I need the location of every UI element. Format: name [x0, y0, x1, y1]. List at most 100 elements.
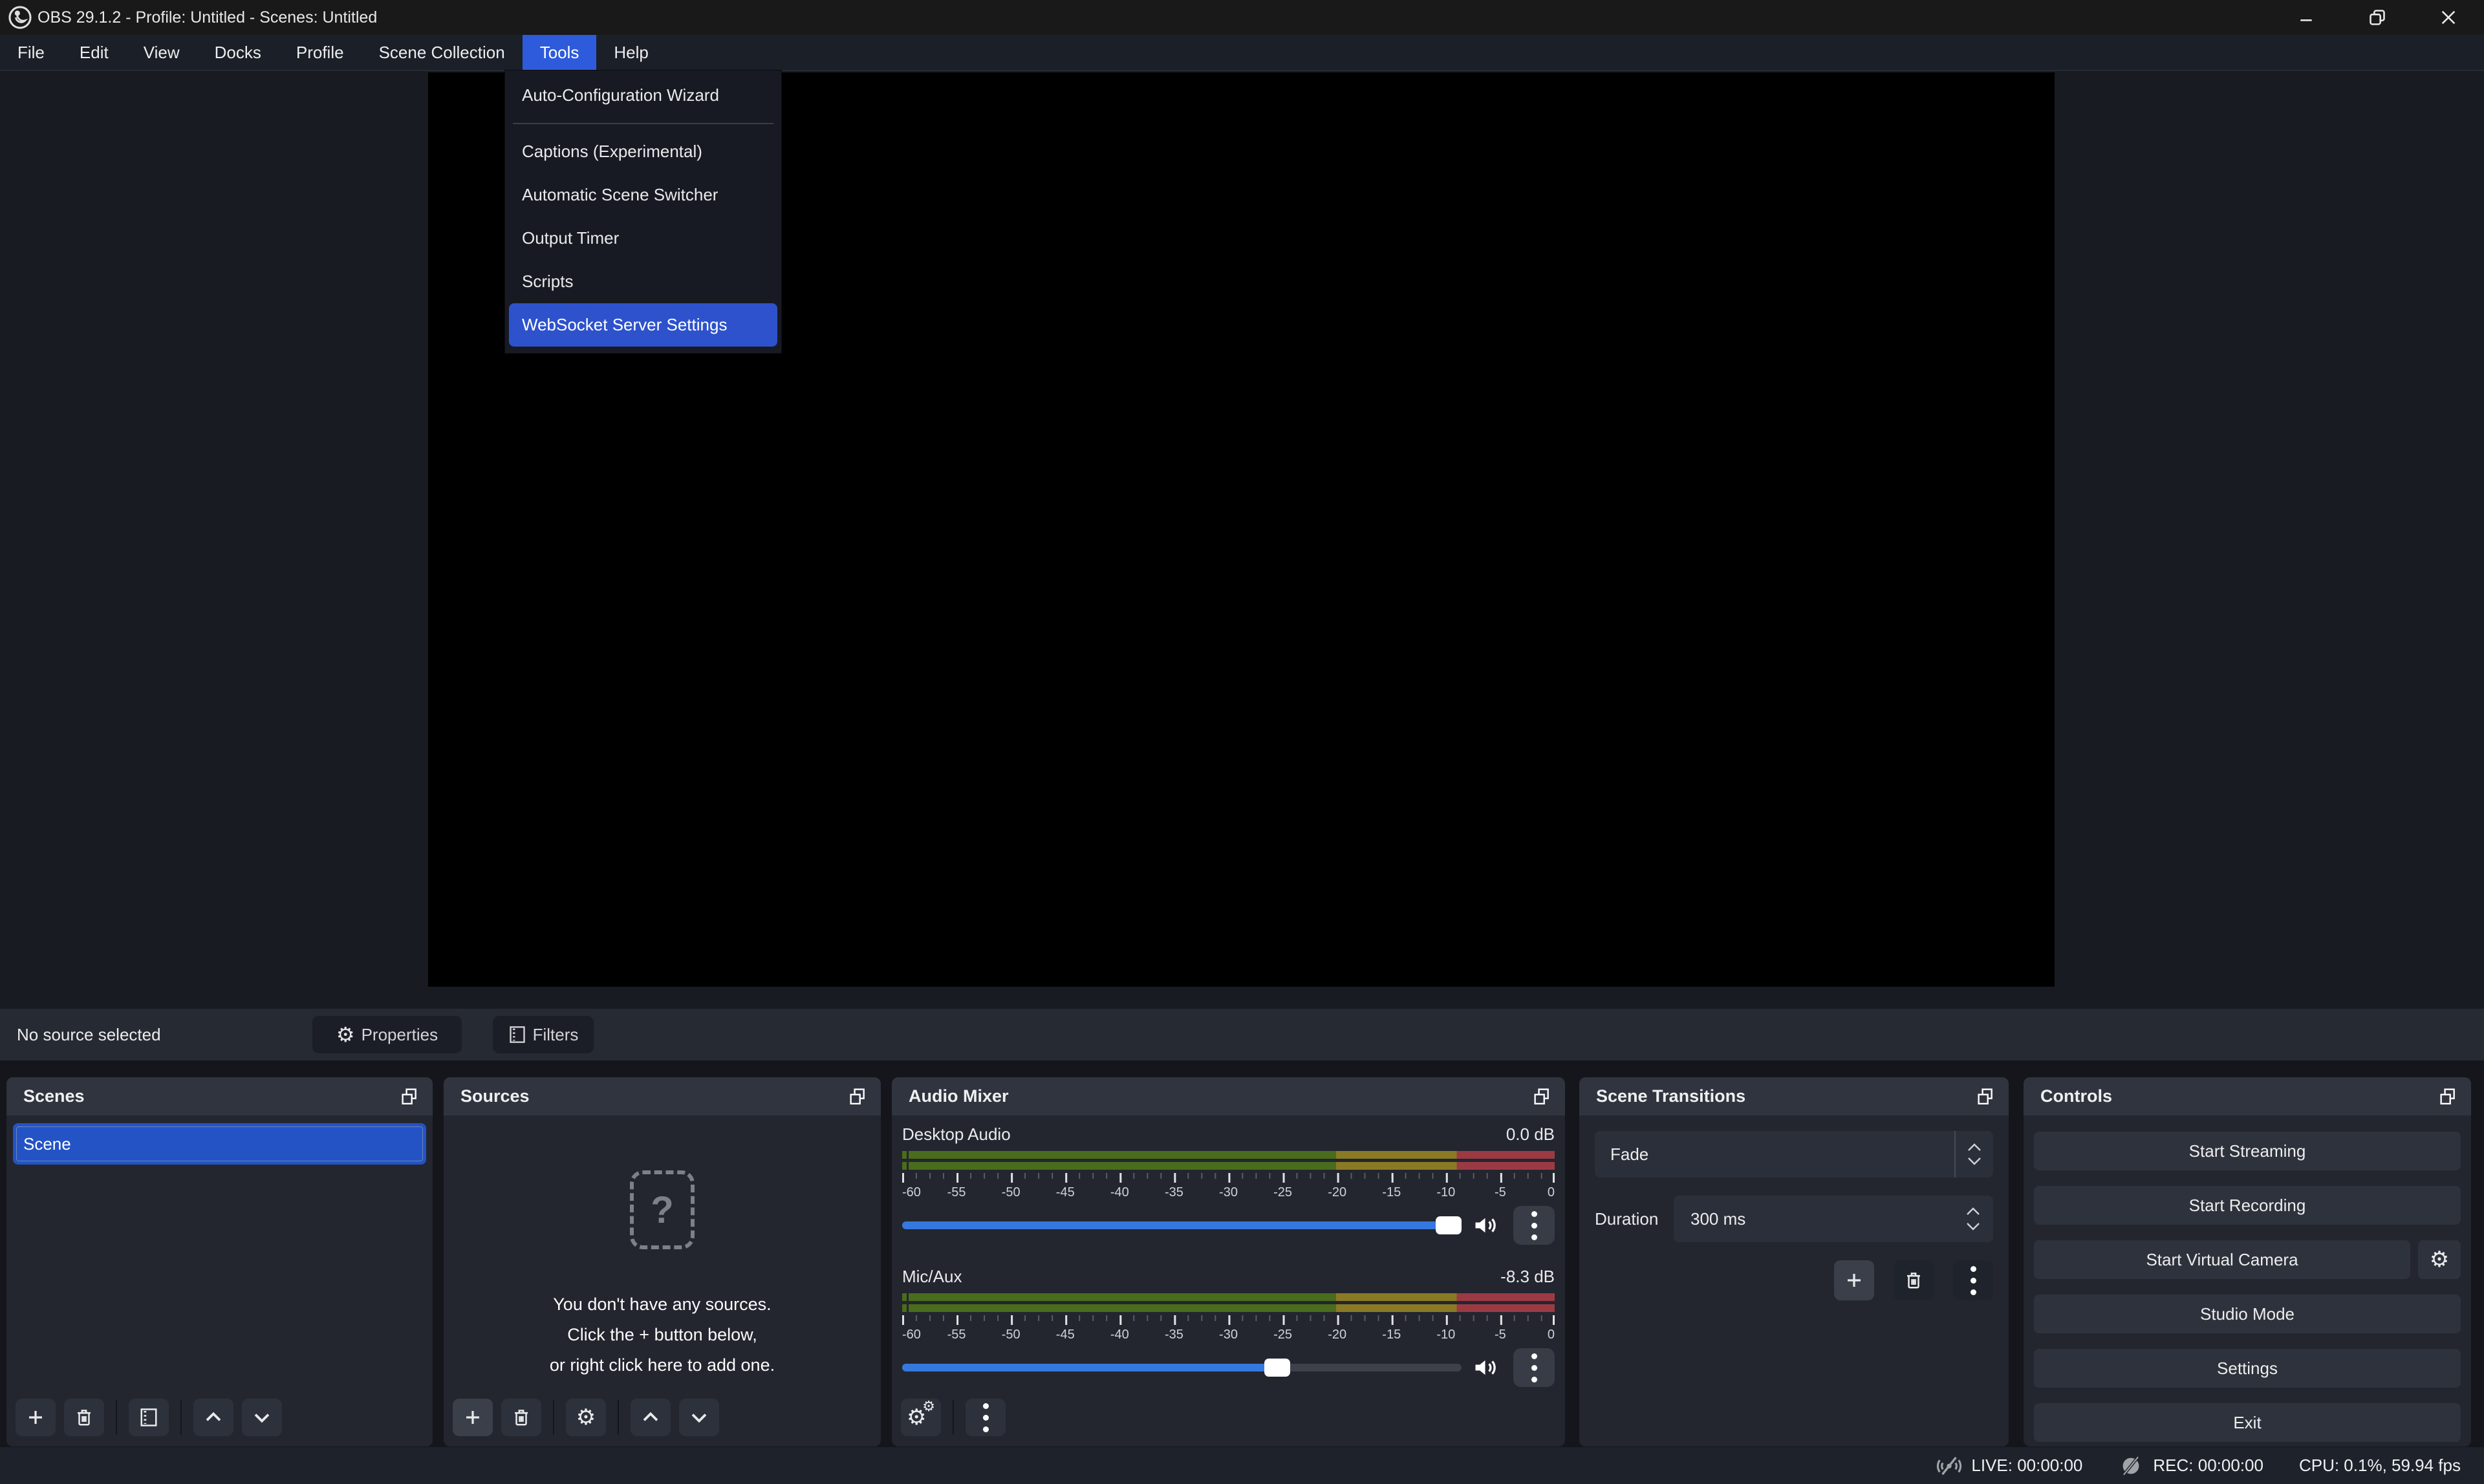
meter-tick-label: -60	[902, 1185, 921, 1200]
status-bar: LIVE: 00:00:00 REC: 00:00:00 CPU: 0.1%, …	[0, 1447, 2484, 1484]
sources-empty-text: You don't have any sources. Click the + …	[550, 1289, 775, 1381]
gear-icon: ⚙	[2430, 1249, 2449, 1271]
move-source-up-button[interactable]	[631, 1399, 671, 1436]
rec-time: REC: 00:00:00	[2153, 1456, 2263, 1476]
menu-item-output-timer[interactable]: Output Timer	[505, 217, 781, 260]
start-recording-button[interactable]: Start Recording	[2034, 1186, 2461, 1225]
popout-icon[interactable]	[1534, 1088, 1551, 1105]
menu-scene-collection[interactable]: Scene Collection	[362, 35, 523, 70]
scene-transitions-body: Fade Duration 300 ms	[1579, 1115, 2009, 1316]
volume-meter-bar	[902, 1162, 1555, 1170]
settings-button[interactable]: Settings	[2034, 1349, 2461, 1388]
restore-button[interactable]	[2342, 0, 2413, 35]
move-source-down-button[interactable]	[679, 1399, 719, 1436]
mixer-options-button[interactable]	[966, 1399, 1006, 1436]
obs-main-window: OBS 29.1.2 - Profile: Untitled - Scenes:…	[0, 0, 2484, 1484]
channel-options-button[interactable]	[1513, 1206, 1555, 1245]
menu-bar: File Edit View Docks Profile Scene Colle…	[0, 35, 2484, 70]
popout-icon[interactable]	[1978, 1088, 1994, 1105]
menu-view[interactable]: View	[126, 35, 197, 70]
volume-meter-bar	[902, 1151, 1555, 1159]
start-streaming-button[interactable]: Start Streaming	[2034, 1132, 2461, 1170]
volume-slider-handle[interactable]	[1436, 1216, 1462, 1234]
start-virtual-camera-button[interactable]: Start Virtual Camera	[2034, 1240, 2410, 1279]
volume-slider-handle[interactable]	[1264, 1359, 1290, 1377]
move-scene-down-button[interactable]	[242, 1399, 282, 1436]
menu-help[interactable]: Help	[596, 35, 665, 70]
meter-tick-label: -30	[1219, 1185, 1238, 1200]
speaker-icon[interactable]	[1472, 1214, 1500, 1237]
meter-tick-label: -35	[1165, 1185, 1183, 1200]
chevron-up-icon	[1967, 1143, 1982, 1152]
source-context-bar: No source selected ⚙ Properties Filters	[0, 1009, 2484, 1060]
sources-empty-state[interactable]: ? You don't have any sources. Click the …	[444, 1115, 881, 1381]
scene-transitions-panel: Scene Transitions Fade Duration 300 ms	[1579, 1077, 2009, 1446]
virtual-camera-settings-button[interactable]: ⚙	[2418, 1240, 2461, 1279]
add-transition-button[interactable]	[1834, 1260, 1874, 1300]
filters-button[interactable]: Filters	[493, 1016, 594, 1053]
remove-source-button[interactable]	[501, 1399, 541, 1436]
menu-edit[interactable]: Edit	[62, 35, 126, 70]
meter-tick-label: -15	[1382, 1328, 1401, 1342]
meter-tick-label: -50	[1002, 1185, 1021, 1200]
meter-tick-label: -25	[1273, 1328, 1292, 1342]
advanced-audio-properties-button[interactable]: ⚙⚙	[901, 1399, 941, 1436]
close-button[interactable]	[2413, 0, 2484, 35]
menu-item-automatic-scene-switcher[interactable]: Automatic Scene Switcher	[505, 173, 781, 217]
add-scene-button[interactable]	[16, 1399, 56, 1436]
meter-tick-label: -10	[1436, 1185, 1455, 1200]
add-source-button[interactable]	[453, 1399, 493, 1436]
popout-icon[interactable]	[2440, 1088, 2457, 1105]
toolbar-separator	[116, 1400, 117, 1435]
popout-icon[interactable]	[402, 1088, 418, 1105]
meter-scale: -60 -55 -50 -45 -40 -35 -30 -25 -20 -15 …	[902, 1184, 1555, 1203]
meter-tick-label: -10	[1436, 1328, 1455, 1342]
menu-separator	[513, 123, 773, 124]
menu-docks[interactable]: Docks	[197, 35, 279, 70]
meter-scale: -60 -55 -50 -45 -40 -35 -30 -25 -20 -15 …	[902, 1326, 1555, 1346]
mixer-toolbar: ⚙⚙	[901, 1399, 1556, 1436]
channel-level-value: -8.3 dB	[1500, 1267, 1555, 1287]
duration-spin-arrows[interactable]	[1966, 1196, 1980, 1242]
volume-slider[interactable]	[902, 1216, 1462, 1234]
chevron-up-icon	[1966, 1207, 1980, 1216]
transition-select-arrows[interactable]	[1954, 1131, 1993, 1178]
move-scene-up-button[interactable]	[193, 1399, 233, 1436]
volume-meter-bar	[902, 1293, 1555, 1301]
audio-mixer-panel: Audio Mixer Desktop Audio 0.0 dB -60	[892, 1077, 1565, 1446]
transition-select[interactable]: Fade	[1595, 1131, 1993, 1178]
speaker-icon[interactable]	[1472, 1356, 1500, 1379]
audio-mixer-body: Desktop Audio 0.0 dB -60 -55 -50 -45 -40…	[892, 1115, 1565, 1387]
menu-item-auto-configuration-wizard[interactable]: Auto-Configuration Wizard	[505, 74, 781, 117]
transition-options-button[interactable]	[1953, 1260, 1993, 1300]
exit-button[interactable]: Exit	[2034, 1403, 2461, 1442]
properties-button[interactable]: ⚙ Properties	[312, 1016, 462, 1053]
chevron-down-icon	[1967, 1157, 1982, 1165]
minimize-button[interactable]	[2271, 0, 2342, 35]
scenes-panel-title: Scenes	[23, 1086, 85, 1106]
scenes-panel: Scenes Scene	[6, 1077, 433, 1446]
menu-file[interactable]: File	[0, 35, 62, 70]
remove-scene-button[interactable]	[64, 1399, 104, 1436]
menu-item-websocket-server-settings[interactable]: WebSocket Server Settings	[509, 303, 777, 347]
menu-item-scripts[interactable]: Scripts	[505, 260, 781, 303]
menu-item-captions[interactable]: Captions (Experimental)	[505, 130, 781, 173]
meter-tick-label: -45	[1056, 1328, 1075, 1342]
popout-icon[interactable]	[850, 1088, 867, 1105]
sources-empty-line: or right click here to add one.	[550, 1350, 775, 1381]
meter-tick-label: -55	[947, 1185, 966, 1200]
remove-transition-button[interactable]	[1894, 1260, 1934, 1300]
duration-spinbox[interactable]: 300 ms	[1674, 1196, 1993, 1242]
transition-buttons	[1595, 1260, 1993, 1300]
meter-tick-label: -40	[1110, 1328, 1129, 1342]
scene-filters-button[interactable]	[129, 1399, 169, 1436]
scene-list-item-selected[interactable]: Scene	[13, 1123, 426, 1165]
meter-tick-label: -25	[1273, 1185, 1292, 1200]
menu-profile[interactable]: Profile	[279, 35, 362, 70]
volume-slider[interactable]	[902, 1359, 1462, 1377]
menu-tools[interactable]: Tools	[523, 35, 597, 70]
channel-options-button[interactable]	[1513, 1348, 1555, 1387]
meter-tick-label: -20	[1328, 1185, 1346, 1200]
studio-mode-button[interactable]: Studio Mode	[2034, 1295, 2461, 1333]
source-properties-button[interactable]: ⚙	[566, 1399, 606, 1436]
